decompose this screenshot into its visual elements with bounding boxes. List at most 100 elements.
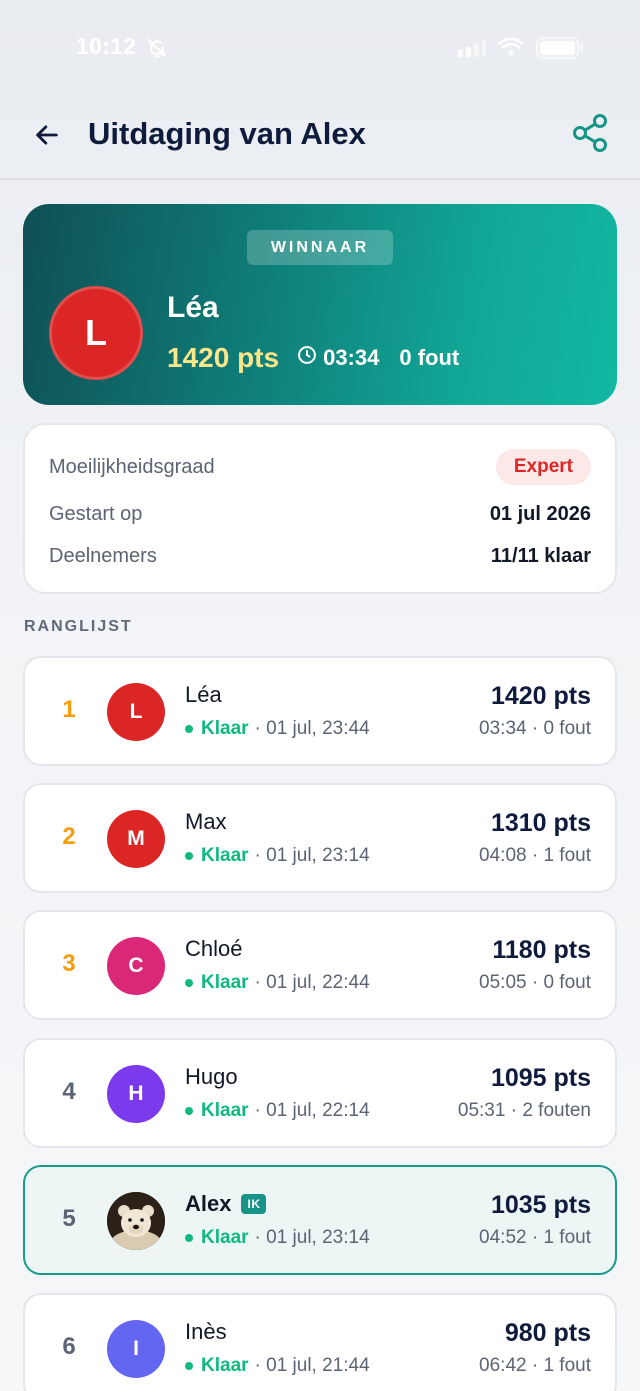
rank-number: 6 bbox=[62, 1333, 76, 1360]
player-name-text: Chloé bbox=[185, 936, 243, 961]
status-label: Klaar bbox=[201, 718, 249, 739]
status-dot-icon bbox=[185, 1107, 193, 1115]
status-time: 10:12 bbox=[76, 33, 137, 59]
winner-stats: 1420 pts 03:34 0 fout bbox=[167, 342, 459, 374]
rank-number: 3 bbox=[62, 950, 76, 977]
challenge-info-card: Moeilijkheidsgraad Expert Gestart op 01 … bbox=[23, 423, 617, 594]
winner-card: WINNAAR L Léa 1420 pts 03:34 0 fout bbox=[23, 204, 617, 405]
arrow-left-icon bbox=[33, 121, 61, 154]
status-dot-icon bbox=[185, 1362, 193, 1370]
polar-bear-avatar bbox=[107, 1192, 165, 1250]
finish-timestamp: · 01 jul, 22:14 bbox=[254, 1100, 370, 1121]
player-points: 1420 pts bbox=[490, 682, 591, 710]
player-time-errors: 04:08 · 1 fout bbox=[479, 845, 591, 866]
status-label: Klaar bbox=[201, 845, 249, 866]
ranking-title: RANGLIJST bbox=[24, 618, 133, 635]
player-time-errors: 03:34 · 0 fout bbox=[479, 718, 591, 739]
status-label: Klaar bbox=[201, 1355, 249, 1376]
finish-timestamp: · 01 jul, 22:44 bbox=[254, 972, 370, 993]
finish-timestamp: · 01 jul, 23:14 bbox=[254, 1227, 370, 1248]
cellular-signal-icon bbox=[458, 39, 486, 62]
player-time-errors: 05:05 · 0 fout bbox=[479, 972, 591, 993]
rank-number: 1 bbox=[62, 696, 76, 723]
avatar: I bbox=[107, 1320, 165, 1378]
player-name-text: Alex bbox=[185, 1191, 232, 1216]
bell-off-icon bbox=[146, 37, 168, 64]
finish-timestamp: · 01 jul, 23:44 bbox=[254, 718, 370, 739]
player-status: Klaar · 01 jul, 21:44 bbox=[185, 1355, 370, 1377]
player-name-text: Léa bbox=[185, 682, 222, 707]
player-status: Klaar · 01 jul, 22:44 bbox=[185, 972, 370, 994]
status-label: Klaar bbox=[201, 1227, 249, 1248]
player-status: Klaar · 01 jul, 23:14 bbox=[185, 845, 370, 867]
ranking-row[interactable]: 3 C Chloé Klaar · 01 jul, 22:44 1180 pts… bbox=[23, 910, 617, 1020]
share-button[interactable] bbox=[570, 113, 612, 158]
player-points: 980 pts bbox=[504, 1319, 591, 1347]
rank-number: 2 bbox=[62, 823, 76, 850]
difficulty-label: Moeilijkheidsgraad bbox=[49, 455, 215, 478]
player-name: Alex IK bbox=[185, 1191, 267, 1217]
player-name-text: Hugo bbox=[185, 1064, 238, 1089]
player-time-errors: 06:42 · 1 fout bbox=[479, 1355, 591, 1376]
player-name: Max bbox=[185, 809, 227, 835]
player-status: Klaar · 01 jul, 22:14 bbox=[185, 1100, 370, 1122]
status-dot-icon bbox=[185, 1234, 193, 1242]
avatar: C bbox=[107, 937, 165, 995]
player-name: Hugo bbox=[185, 1064, 238, 1090]
me-badge: IK bbox=[241, 1194, 267, 1214]
status-dot-icon bbox=[185, 725, 193, 733]
rank-number: 5 bbox=[62, 1205, 76, 1232]
player-points: 1035 pts bbox=[490, 1191, 591, 1219]
ranking-row[interactable]: 6 I Inès Klaar · 01 jul, 21:44 980 pts 0… bbox=[23, 1293, 617, 1391]
started-label: Gestart op bbox=[49, 503, 143, 525]
player-time-errors: 05:31 · 2 fouten bbox=[457, 1100, 591, 1121]
rank-number: 4 bbox=[62, 1078, 76, 1105]
started-value: 01 jul 2026 bbox=[489, 503, 591, 525]
player-points: 1180 pts bbox=[492, 936, 591, 964]
participants-value: 11/11 klaar bbox=[490, 545, 591, 567]
player-time-errors: 04:52 · 1 fout bbox=[479, 1227, 591, 1248]
status-dot-icon bbox=[185, 979, 193, 987]
page-title: Uitdaging van Alex bbox=[88, 116, 366, 151]
participants-label: Deelnemers bbox=[49, 545, 157, 567]
ranking-row-current-user[interactable]: 5 Alex IK Klaar · 01 jul, 23:14 1035 pts… bbox=[23, 1165, 617, 1275]
winner-avatar: L bbox=[49, 286, 143, 380]
player-name-text: Max bbox=[185, 809, 227, 834]
player-status: Klaar · 01 jul, 23:44 bbox=[185, 718, 370, 740]
avatar: H bbox=[107, 1065, 165, 1123]
player-name: Chloé bbox=[185, 936, 242, 962]
status-label: Klaar bbox=[201, 972, 249, 993]
player-name: Léa bbox=[185, 682, 222, 708]
ranking-row[interactable]: 2 M Max Klaar · 01 jul, 23:14 1310 pts 0… bbox=[23, 783, 617, 893]
winner-name: Léa bbox=[167, 291, 219, 324]
player-status: Klaar · 01 jul, 23:14 bbox=[185, 1227, 370, 1249]
winner-time-value: 03:34 bbox=[323, 345, 380, 370]
winner-points: 1420 pts bbox=[167, 342, 280, 373]
app-header: Uitdaging van Alex bbox=[0, 96, 640, 180]
difficulty-row: Moeilijkheidsgraad Expert bbox=[49, 449, 591, 485]
avatar: L bbox=[107, 683, 165, 741]
finish-timestamp: · 01 jul, 23:14 bbox=[254, 845, 370, 866]
status-bar: 10:12 bbox=[0, 0, 640, 96]
share-icon bbox=[572, 113, 610, 158]
avatar: M bbox=[107, 810, 165, 868]
ranking-row[interactable]: 1 L Léa Klaar · 01 jul, 23:44 1420 pts 0… bbox=[23, 656, 617, 766]
wifi-icon bbox=[498, 37, 524, 63]
clock-icon bbox=[297, 345, 317, 371]
participants-row: Deelnemers 11/11 klaar bbox=[49, 545, 591, 568]
winner-time: 03:34 bbox=[297, 345, 379, 371]
status-label: Klaar bbox=[201, 1100, 249, 1121]
winner-badge: WINNAAR bbox=[247, 230, 393, 265]
winner-errors: 0 fout bbox=[399, 345, 460, 370]
player-name-text: Inès bbox=[185, 1319, 227, 1344]
finish-timestamp: · 01 jul, 21:44 bbox=[254, 1355, 370, 1376]
player-points: 1095 pts bbox=[490, 1064, 591, 1092]
started-row: Gestart op 01 jul 2026 bbox=[49, 503, 591, 526]
ranking-row[interactable]: 4 H Hugo Klaar · 01 jul, 22:14 1095 pts … bbox=[23, 1038, 617, 1148]
player-points: 1310 pts bbox=[490, 809, 591, 837]
player-name: Inès bbox=[185, 1319, 227, 1345]
difficulty-badge: Expert bbox=[495, 449, 591, 485]
status-dot-icon bbox=[185, 852, 193, 860]
battery-icon bbox=[536, 37, 584, 64]
back-button[interactable] bbox=[30, 120, 64, 154]
